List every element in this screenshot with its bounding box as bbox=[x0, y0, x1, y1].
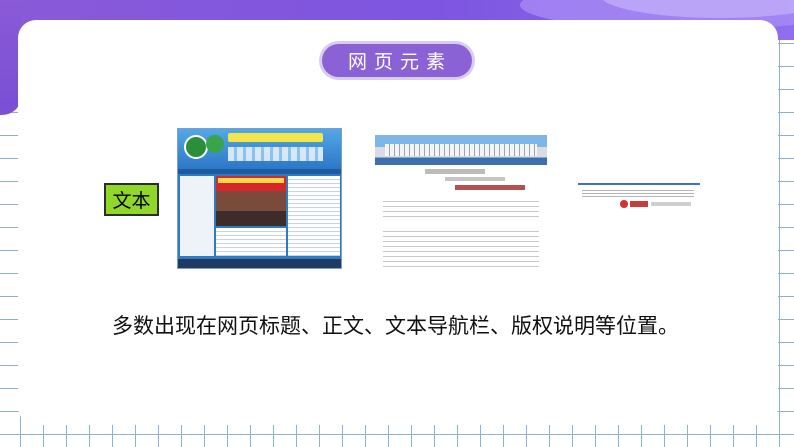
homepage-sidebar bbox=[180, 176, 214, 256]
footer-seal-icon bbox=[620, 200, 628, 208]
homepage-lower-list bbox=[216, 228, 286, 256]
article-subtitle-line bbox=[455, 185, 525, 190]
article-body-paragraph bbox=[383, 197, 539, 221]
homepage-taskbar bbox=[178, 259, 341, 268]
homepage-banner-title bbox=[228, 133, 323, 142]
article-banner-building bbox=[385, 144, 537, 156]
copyright-footer-screenshot bbox=[578, 183, 700, 210]
slide-title: 网页元素 bbox=[322, 44, 472, 77]
homepage-banner-building bbox=[228, 147, 323, 161]
school-homepage-screenshot bbox=[177, 128, 342, 269]
school-logo-icon bbox=[184, 135, 208, 159]
article-body-paragraph bbox=[383, 227, 539, 271]
homepage-nav-bar bbox=[178, 169, 341, 174]
article-page-screenshot bbox=[375, 135, 547, 273]
slide-description: 多数出现在网页标题、正文、文本导航栏、版权说明等位置。 bbox=[112, 314, 679, 338]
article-meta-line bbox=[445, 177, 505, 181]
homepage-photo-caption bbox=[218, 178, 284, 183]
footer-small-text bbox=[651, 202, 691, 206]
text-label: 文本 bbox=[104, 183, 159, 216]
homepage-news-list bbox=[288, 176, 340, 256]
footer-text-lines bbox=[582, 188, 694, 198]
school-emblem-icon bbox=[206, 135, 224, 153]
homepage-news-photo bbox=[216, 176, 286, 226]
footer-logo bbox=[630, 201, 648, 207]
article-title-line bbox=[425, 169, 485, 174]
